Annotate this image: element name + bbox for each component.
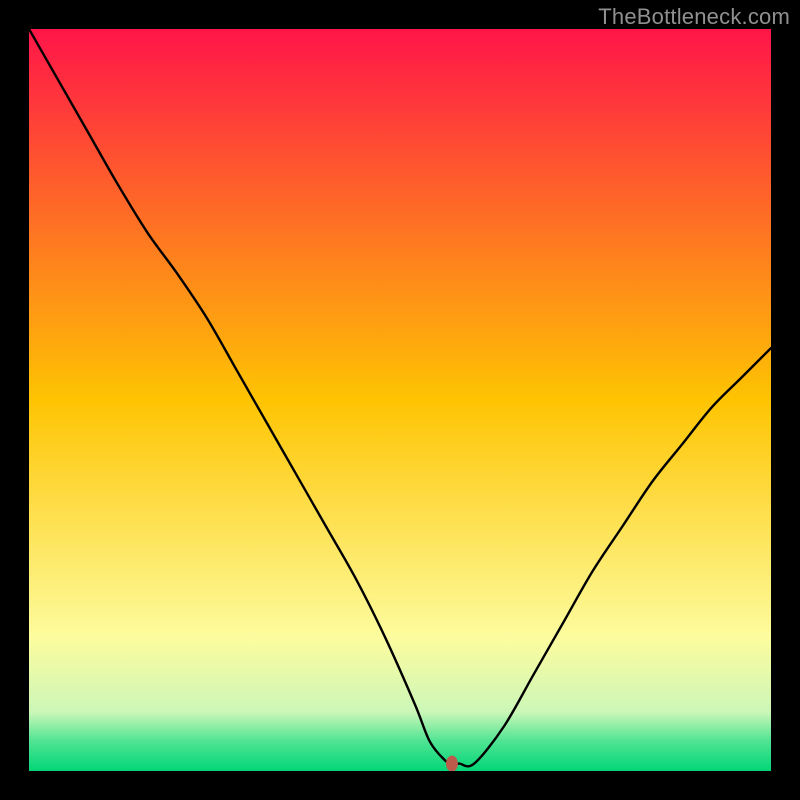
gradient-background [29,29,771,771]
watermark-label: TheBottleneck.com [598,4,790,30]
chart-svg [29,29,771,771]
chart-plot-area [29,29,771,771]
chart-frame: TheBottleneck.com [0,0,800,800]
optimal-point-marker [446,756,458,771]
